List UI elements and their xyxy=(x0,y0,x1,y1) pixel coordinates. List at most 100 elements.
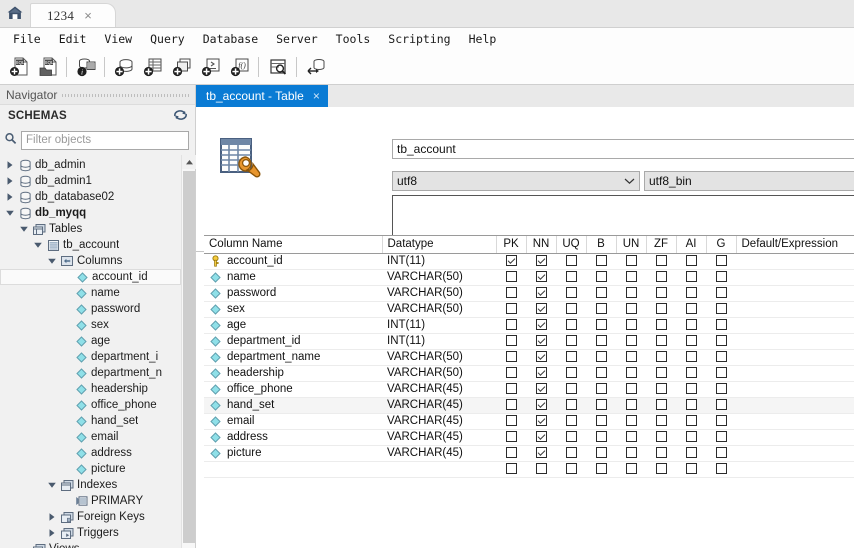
cell-flag-g[interactable] xyxy=(706,285,736,302)
cell-flag-zf[interactable] xyxy=(646,285,676,302)
expand-arrow-right-icon[interactable] xyxy=(4,160,15,171)
cell-flag-uq[interactable] xyxy=(556,269,586,286)
menu-view[interactable]: View xyxy=(95,29,141,49)
checkbox-b[interactable] xyxy=(595,319,607,331)
cell-flag-nn[interactable] xyxy=(526,349,556,366)
tree-item-password[interactable]: password xyxy=(0,301,181,317)
cell-column-name[interactable]: password xyxy=(204,285,382,302)
checkbox-uq[interactable] xyxy=(565,463,577,475)
col-header-b[interactable]: B xyxy=(586,236,617,254)
menu-server[interactable]: Server xyxy=(267,29,327,49)
close-icon[interactable]: × xyxy=(313,89,320,103)
cell-flag-un[interactable] xyxy=(616,301,646,318)
new-sql-tab-button[interactable]: SQL xyxy=(4,52,33,82)
schema-tree[interactable]: db_admin db_admin1 db_database02 db_myqq… xyxy=(0,155,181,548)
checkbox-uq[interactable] xyxy=(565,351,577,363)
cell-datatype[interactable]: INT(11) xyxy=(382,317,496,334)
tree-item-sex[interactable]: sex xyxy=(0,317,181,333)
cell-flag-pk[interactable] xyxy=(496,333,526,350)
checkbox-un[interactable] xyxy=(625,367,637,379)
cell-flag-g[interactable] xyxy=(706,349,736,366)
tree-item-department-i[interactable]: department_i xyxy=(0,349,181,365)
checkbox-zf[interactable] xyxy=(655,415,667,427)
expand-arrow-down-icon[interactable] xyxy=(46,480,57,491)
col-header-datatype[interactable]: Datatype xyxy=(382,236,497,254)
cell-flag-uq[interactable] xyxy=(556,365,586,382)
cell-column-name[interactable]: age xyxy=(204,317,382,334)
checkbox-pk[interactable] xyxy=(505,367,517,379)
create-table-button[interactable] xyxy=(138,52,167,82)
cell-flag-nn[interactable] xyxy=(526,317,556,334)
checkbox-zf[interactable] xyxy=(655,399,667,411)
cell-flag-b[interactable] xyxy=(586,429,616,446)
menu-query[interactable]: Query xyxy=(141,29,194,49)
cell-flag-nn[interactable] xyxy=(526,397,556,414)
expand-arrow-down-icon[interactable] xyxy=(32,240,43,251)
checkbox-ai[interactable] xyxy=(685,335,697,347)
col-header-pk[interactable]: PK xyxy=(496,236,527,254)
cell-flag-zf[interactable] xyxy=(646,461,676,478)
cell-default-expression[interactable] xyxy=(736,381,854,398)
checkbox-g[interactable] xyxy=(715,399,727,411)
cell-column-name[interactable]: hand_set xyxy=(204,397,382,414)
expand-arrow-down-icon[interactable] xyxy=(46,256,57,267)
cell-flag-pk[interactable] xyxy=(496,445,526,462)
checkbox-zf[interactable] xyxy=(655,287,667,299)
cell-flag-nn[interactable] xyxy=(526,301,556,318)
cell-datatype[interactable] xyxy=(382,461,496,478)
cell-flag-zf[interactable] xyxy=(646,445,676,462)
cell-flag-ai[interactable] xyxy=(676,253,706,270)
cell-flag-ai[interactable] xyxy=(676,301,706,318)
checkbox-un[interactable] xyxy=(625,383,637,395)
table-row[interactable]: department_name VARCHAR(50) xyxy=(204,349,854,366)
cell-flag-un[interactable] xyxy=(616,317,646,334)
checkbox-pk[interactable] xyxy=(505,383,517,395)
cell-column-name[interactable]: email xyxy=(204,413,382,430)
col-header-ai[interactable]: AI xyxy=(676,236,707,254)
cell-flag-uq[interactable] xyxy=(556,397,586,414)
checkbox-un[interactable] xyxy=(625,271,637,283)
menu-edit[interactable]: Edit xyxy=(50,29,96,49)
cell-flag-g[interactable] xyxy=(706,461,736,478)
tree-item-age[interactable]: age xyxy=(0,333,181,349)
checkbox-ai[interactable] xyxy=(685,255,697,267)
cell-flag-ai[interactable] xyxy=(676,397,706,414)
cell-flag-nn[interactable] xyxy=(526,365,556,382)
cell-datatype[interactable]: VARCHAR(45) xyxy=(382,413,496,430)
cell-flag-un[interactable] xyxy=(616,413,646,430)
cell-flag-nn[interactable] xyxy=(526,381,556,398)
cell-flag-nn[interactable] xyxy=(526,333,556,350)
cell-flag-ai[interactable] xyxy=(676,269,706,286)
cell-flag-ai[interactable] xyxy=(676,365,706,382)
cell-column-name[interactable]: office_phone xyxy=(204,381,382,398)
cell-flag-pk[interactable] xyxy=(496,269,526,286)
cell-flag-zf[interactable] xyxy=(646,365,676,382)
table-name-input[interactable] xyxy=(392,139,854,159)
checkbox-nn[interactable] xyxy=(535,319,547,331)
checkbox-uq[interactable] xyxy=(565,319,577,331)
checkbox-un[interactable] xyxy=(625,335,637,347)
cell-datatype[interactable]: VARCHAR(50) xyxy=(382,301,496,318)
cell-flag-g[interactable] xyxy=(706,301,736,318)
checkbox-b[interactable] xyxy=(595,463,607,475)
checkbox-ai[interactable] xyxy=(685,447,697,459)
cell-flag-un[interactable] xyxy=(616,349,646,366)
cell-flag-pk[interactable] xyxy=(496,429,526,446)
tree-item-email[interactable]: email xyxy=(0,429,181,445)
cell-flag-b[interactable] xyxy=(586,285,616,302)
cell-default-expression[interactable] xyxy=(736,429,854,446)
checkbox-uq[interactable] xyxy=(565,335,577,347)
cell-flag-b[interactable] xyxy=(586,397,616,414)
cell-default-expression[interactable] xyxy=(736,333,854,350)
cell-datatype[interactable]: VARCHAR(45) xyxy=(382,397,496,414)
create-schema-button[interactable] xyxy=(109,52,138,82)
checkbox-g[interactable] xyxy=(715,447,727,459)
reconnect-dbms-button[interactable] xyxy=(301,52,330,82)
cell-flag-un[interactable] xyxy=(616,381,646,398)
checkbox-pk[interactable] xyxy=(505,335,517,347)
cell-flag-uq[interactable] xyxy=(556,301,586,318)
cell-column-name[interactable]: department_id xyxy=(204,333,382,350)
cell-default-expression[interactable] xyxy=(736,445,854,462)
tree-item-views[interactable]: Views xyxy=(0,541,181,548)
checkbox-uq[interactable] xyxy=(565,287,577,299)
